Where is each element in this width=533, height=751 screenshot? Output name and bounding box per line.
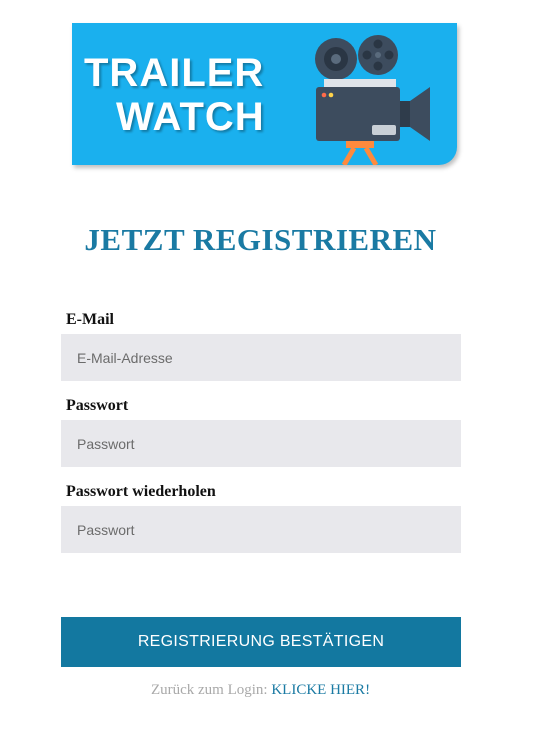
confirm-registration-button[interactable]: REGISTRIERUNG BESTÄTIGEN [61, 617, 461, 667]
trailer-watch-logo: TRAILER WATCH [72, 23, 457, 165]
back-to-login: Zurück zum Login: KLICKE HIER! [0, 682, 521, 699]
film-camera-icon [315, 35, 430, 165]
password-field[interactable] [61, 420, 461, 467]
email-label: E-Mail [66, 311, 114, 328]
page-title: JETZT REGISTRIEREN [84, 222, 437, 257]
password-repeat-field[interactable] [61, 506, 461, 553]
logo-line-1: TRAILER [84, 51, 265, 95]
login-link[interactable]: KLICKE HIER! [271, 682, 370, 698]
email-field[interactable] [61, 334, 461, 381]
back-to-login-text: Zurück zum Login: [150, 682, 268, 698]
logo-wordmark: TRAILER WATCH [84, 51, 284, 139]
logo-line-2: WATCH [116, 95, 265, 139]
password-label: Passwort [66, 397, 129, 414]
password-repeat-label: Passwort wiederholen [66, 483, 216, 500]
